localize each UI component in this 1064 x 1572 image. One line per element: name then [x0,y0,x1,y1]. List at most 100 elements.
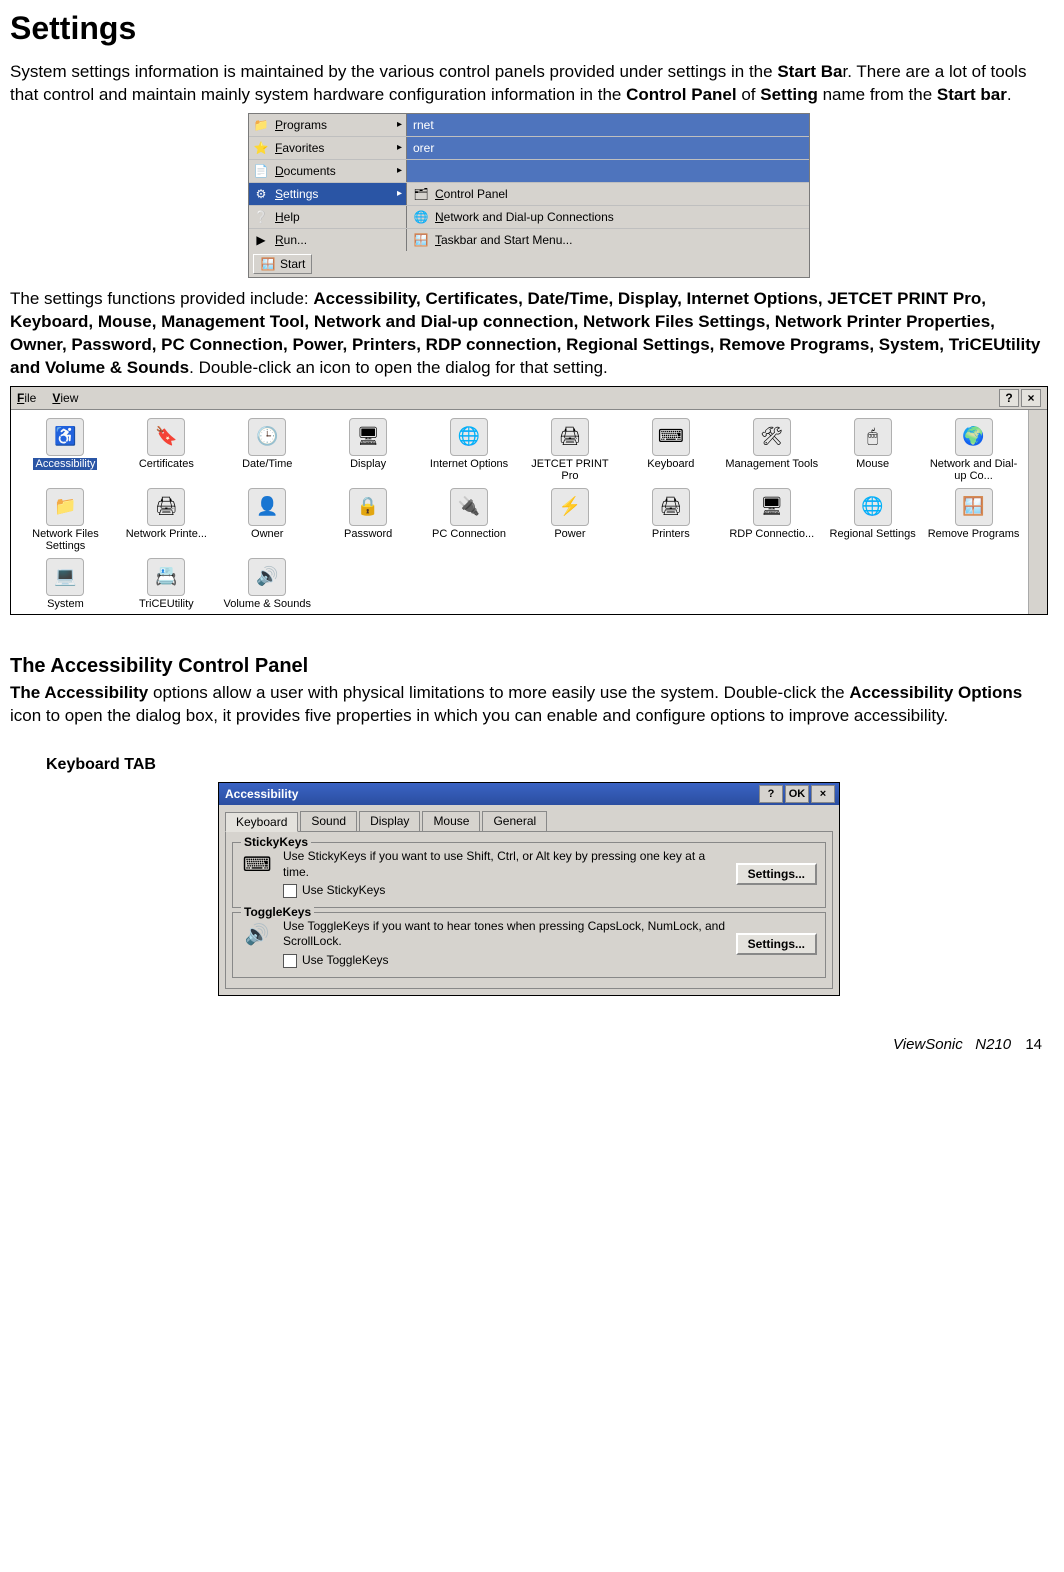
close-button[interactable]: × [811,785,835,803]
functions-paragraph: The settings functions provided include:… [10,288,1048,380]
togglekeys-check-label: Use ToggleKeys [302,953,389,969]
stickykeys-group: StickyKeys ⌨ Use StickyKeys if you want … [232,842,826,908]
windows-icon: 🪟 [260,256,276,272]
cp-item[interactable]: 🖱Mouse [824,418,921,482]
cp-item[interactable]: 💻System [17,558,114,610]
help-button[interactable]: ? [999,389,1019,407]
cp-icon: ⌨ [652,418,690,456]
startmenu-item-label: Favorites [275,141,324,155]
cp-item[interactable]: 🌍Network and Dial-up Co... [925,418,1022,482]
submenu-item-label: Control Panel [435,187,508,201]
functions-outro: . Double-click an icon to open the dialo… [189,358,608,377]
cp-item[interactable]: 🖨Printers [622,488,719,552]
cp-item[interactable]: 🌐Regional Settings [824,488,921,552]
intro-bold-setting: Setting [760,85,818,104]
menu-file[interactable]: File [17,391,36,405]
tab-keyboard[interactable]: Keyboard [225,812,298,832]
cp-label: Accessibility [33,458,97,470]
network-icon: 🌐 [413,209,429,225]
cp-item[interactable]: 🖥 Display [320,418,417,482]
cp-item[interactable]: 🪟Remove Programs [925,488,1022,552]
scrollbar[interactable] [1028,410,1047,614]
cp-icon: 📁 [46,488,84,526]
intro-text: System settings information is maintaine… [10,62,777,81]
cp-icon: 🖥 [349,418,387,456]
togglekeys-checkbox[interactable]: Use ToggleKeys [283,953,726,969]
help-button[interactable]: ? [759,785,783,803]
cp-label: Password [344,528,392,540]
stickykeys-legend: StickyKeys [241,835,311,849]
togglekeys-settings-button[interactable]: Settings... [736,933,817,955]
cp-icon: 🪟 [955,488,993,526]
cp-icon: 🖨 [147,488,185,526]
cp-label: Regional Settings [830,528,916,540]
cp-icon: 👤 [248,488,286,526]
accessibility-bold2: Accessibility Options [849,683,1022,702]
section-heading-accessibility: The Accessibility Control Panel [10,655,1048,678]
cp-item[interactable]: 🛠Management Tools [723,418,820,482]
cp-label: Display [350,458,386,470]
cp-item[interactable]: 🕒Date/Time [219,418,316,482]
menu-view[interactable]: View [52,391,78,405]
cp-item[interactable]: ⌨ Keyboard [622,418,719,482]
intro-bold-controlpanel: Control Panel [626,85,737,104]
close-button[interactable]: × [1021,389,1041,407]
stickykeys-icon: ⌨ [241,849,273,881]
footer-page-number: 14 [1025,1036,1042,1053]
ok-button[interactable]: OK [785,785,809,803]
controlpanel-icon: 🗂 [413,186,429,202]
cp-item[interactable]: ♿Accessibility [17,418,114,482]
cp-item[interactable]: 🖨Network Printe... [118,488,215,552]
cp-label: PC Connection [432,528,506,540]
intro-text: . [1007,85,1012,104]
cp-label: Date/Time [242,458,292,470]
chevron-right-icon: ▸ [397,119,402,130]
cp-item[interactable]: 📁Network Files Settings [17,488,114,552]
cp-item[interactable]: 📇TriCEUtility [118,558,215,610]
cp-item[interactable]: 🔒 Password [320,488,417,552]
startmenu-programs[interactable]: 📁 Programs ▸ [249,114,407,136]
help-icon: ❔ [253,209,269,225]
cp-icon: 🔒 [349,488,387,526]
startmenu-rightpane: orer [407,137,809,159]
cp-item[interactable]: 👤Owner [219,488,316,552]
stickykeys-checkbox[interactable]: Use StickyKeys [283,883,726,899]
cp-label: Keyboard [647,458,694,470]
checkbox-icon [283,884,297,898]
cp-label: Internet Options [430,458,508,470]
cp-icon: 🖱 [854,418,892,456]
togglekeys-legend: ToggleKeys [241,905,314,919]
start-label: Start [280,257,305,271]
cp-item[interactable]: ⚡Power [522,488,619,552]
tab-general[interactable]: General [482,811,547,831]
cp-icon: 🌍 [955,418,993,456]
cp-item[interactable]: 🖥RDP Connectio... [723,488,820,552]
cp-item[interactable]: 🔊Volume & Sounds [219,558,316,610]
startmenu-settings[interactable]: ⚙ Settings ▸ [249,183,407,205]
submenu-taskbar[interactable]: 🪟 Taskbar and Start Menu... [407,229,809,251]
cp-label: System [47,598,84,610]
background-app-text: orer [413,141,434,155]
cp-item[interactable]: 🔌PC Connection [421,488,518,552]
tab-sound[interactable]: Sound [300,811,357,831]
settings-icon: ⚙ [253,186,269,202]
dialog-titlebar: Accessibility ? OK × [219,783,839,805]
startmenu-help[interactable]: ❔ Help [249,206,407,228]
cp-item[interactable]: 🖨JETCET PRINT Pro [522,418,619,482]
cp-icon: 🔖 [147,418,185,456]
cp-label: Network and Dial-up Co... [925,458,1022,482]
startmenu-run[interactable]: ▶ Run... [249,229,407,251]
startmenu-item-label: Run... [275,233,307,247]
cp-item[interactable]: 🌐Internet Options [421,418,518,482]
tab-mouse[interactable]: Mouse [422,811,480,831]
submenu-network[interactable]: 🌐 Network and Dial-up Connections [407,206,809,228]
startmenu-favorites[interactable]: ⭐ Favorites ▸ [249,137,407,159]
start-button[interactable]: 🪟 Start [253,254,312,274]
cp-label: JETCET PRINT Pro [522,458,619,482]
cp-item[interactable]: 🔖Certificates [118,418,215,482]
startmenu-documents[interactable]: 📄 Documents ▸ [249,160,407,182]
stickykeys-settings-button[interactable]: Settings... [736,863,817,885]
keyboard-tab-heading: Keyboard TAB [46,756,1048,774]
submenu-control-panel[interactable]: 🗂 Control Panel [407,183,809,205]
tab-display[interactable]: Display [359,811,420,831]
